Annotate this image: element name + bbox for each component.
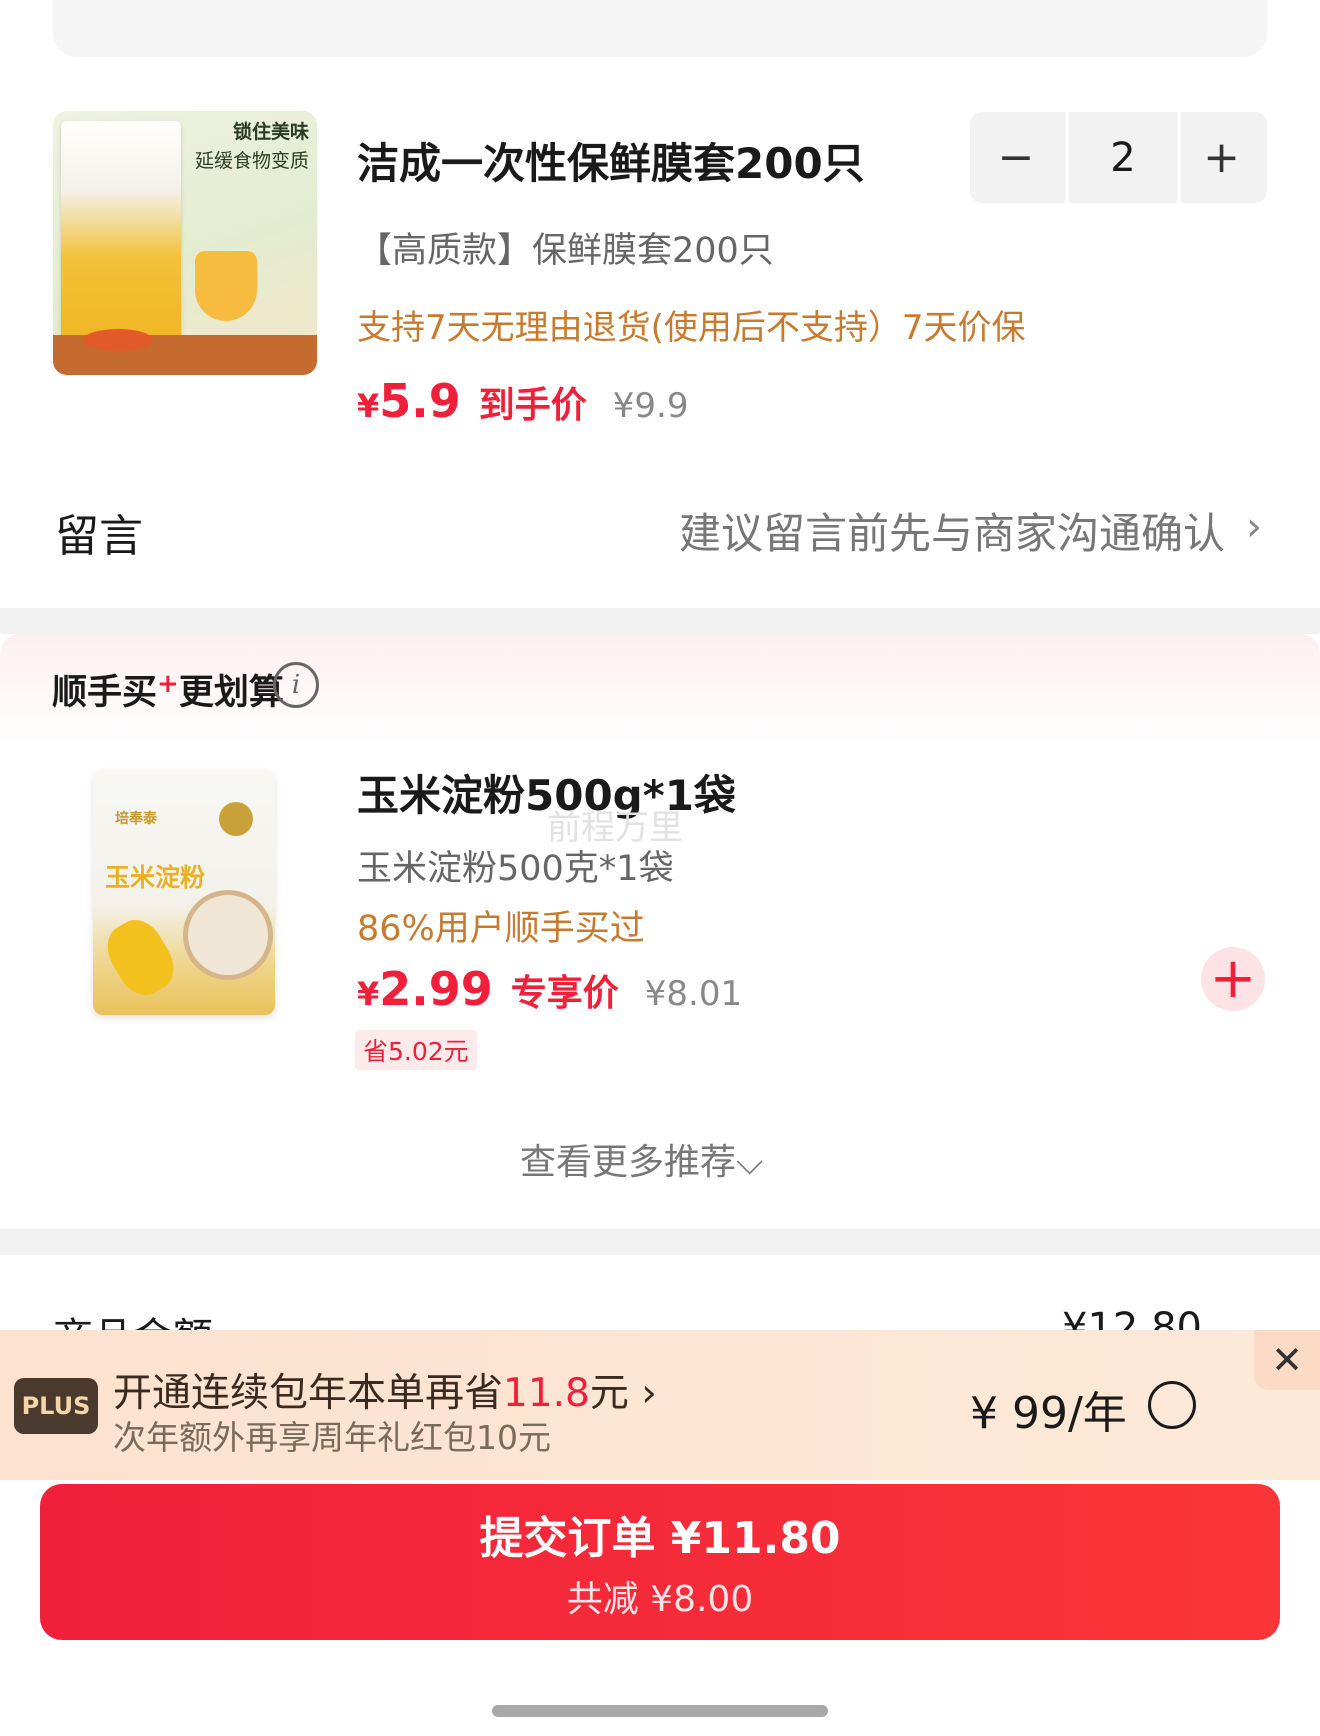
- product-image-corn-starch[interactable]: 培奉泰 玉米淀粉: [93, 770, 275, 1015]
- plus-annual-price: ¥ 99/年: [970, 1388, 1127, 1439]
- previous-section-card: [53, 0, 1267, 57]
- shield-illustration: [195, 251, 257, 321]
- total-discount: 共减 ¥8.00: [566, 1579, 754, 1620]
- plus-offer-amount: 11.8: [503, 1371, 590, 1416]
- exclusive-price: 2.99: [379, 962, 493, 1016]
- savings-badge: 省5.02元: [355, 1030, 477, 1070]
- close-icon[interactable]: ✕: [1254, 1330, 1320, 1390]
- section-divider: [0, 1229, 1320, 1255]
- product-price-row: ¥ 5.9 到手价 ¥9.9: [357, 374, 688, 430]
- message-hint[interactable]: 建议留言前先与商家沟通确认: [679, 500, 1225, 561]
- bowl-illustration: [183, 890, 273, 980]
- corn-illustration: [97, 911, 184, 1004]
- recommend-title: 顺手买+更划算: [52, 664, 284, 715]
- final-price: 5.9: [379, 374, 461, 428]
- price-label: 到手价: [478, 385, 587, 426]
- currency-symbol: ¥: [357, 975, 380, 1013]
- home-indicator[interactable]: [492, 1705, 828, 1717]
- plus-mark-icon: +: [157, 669, 179, 699]
- plus-offer-text[interactable]: 开通连续包年本单再省11.8元 ›: [113, 1362, 657, 1418]
- product-spec[interactable]: 【高质款】保鲜膜套200只: [357, 222, 774, 273]
- package-illustration: [61, 121, 181, 356]
- price-label: 专享价: [510, 973, 619, 1014]
- section-divider: [0, 608, 1320, 634]
- recommend-title-part2: 更划算: [178, 673, 284, 713]
- recommend-price-row: ¥ 2.99 专享价 ¥8.01: [357, 962, 742, 1018]
- submit-order-label: 提交订单 ¥11.80: [479, 1513, 841, 1564]
- service-guarantee[interactable]: 支持7天无理由退货(使用后不支持）7天价保: [357, 300, 1026, 349]
- image-brand: 培奉泰: [115, 811, 157, 827]
- see-more-recommendations[interactable]: 查看更多推荐⌵: [520, 1133, 763, 1185]
- product-image-cling-film[interactable]: 锁住美味 延缓食物变质: [53, 111, 317, 375]
- original-price: ¥8.01: [644, 974, 743, 1014]
- image-caption-1: 锁住美味: [232, 121, 309, 143]
- plus-badge: PLUS: [14, 1378, 98, 1434]
- bought-stat: 86%用户顺手买过: [357, 909, 645, 949]
- chevron-right-icon[interactable]: ›: [1246, 504, 1262, 550]
- message-label: 留言: [55, 511, 143, 562]
- quantity-stepper: − 2 +: [970, 112, 1267, 203]
- product-title[interactable]: 洁成一次性保鲜膜套200只: [357, 130, 865, 191]
- plus-offer-suffix: 元 ›: [589, 1371, 657, 1416]
- currency-symbol: ¥: [357, 387, 380, 425]
- info-icon[interactable]: i: [273, 662, 319, 708]
- original-price: ¥9.9: [612, 386, 689, 426]
- image-caption-2: 延缓食物变质: [194, 150, 309, 172]
- decrement-button[interactable]: −: [970, 112, 1062, 203]
- image-badge: [219, 802, 253, 836]
- add-to-order-button[interactable]: +: [1201, 947, 1265, 1011]
- image-name: 玉米淀粉: [105, 863, 206, 892]
- recommend-title-part1: 顺手买: [52, 673, 158, 713]
- plus-offer-prefix: 开通连续包年本单再省: [113, 1371, 504, 1416]
- plus-select-radio[interactable]: [1148, 1381, 1196, 1429]
- plus-offer-subtext: 次年额外再享周年礼红包10元: [113, 1418, 551, 1457]
- plate-illustration: [83, 329, 153, 351]
- submit-order-button[interactable]: 提交订单 ¥11.80 共减 ¥8.00: [40, 1484, 1280, 1640]
- recommend-product-spec: 玉米淀粉500克*1袋: [357, 849, 674, 889]
- increment-button[interactable]: +: [1176, 112, 1267, 203]
- quantity-value[interactable]: 2: [1065, 112, 1181, 203]
